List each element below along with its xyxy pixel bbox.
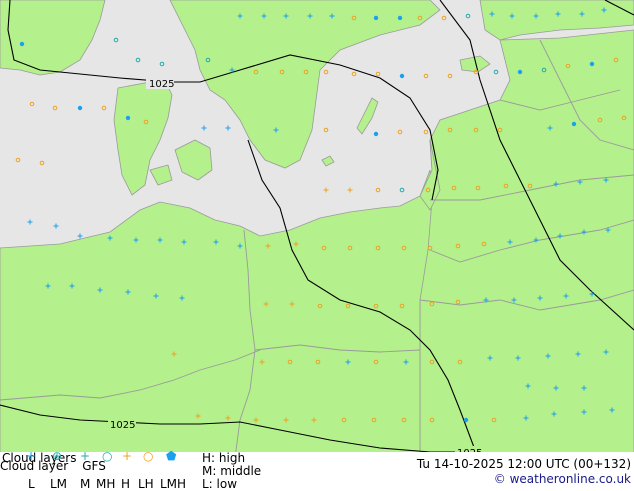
key-low: L: low: [202, 477, 238, 491]
plus-icon: +: [80, 449, 91, 463]
symbol-l: L: [28, 477, 35, 491]
symbol-mh: MH: [96, 477, 116, 491]
plus-icon: +: [122, 449, 133, 463]
low-cloud-dot: [373, 131, 379, 137]
low-cloud-dot: [517, 69, 523, 75]
symbol-lm: LM: [50, 477, 68, 491]
copyright-link[interactable]: © weatheronline.co.uk: [494, 473, 631, 486]
low-cloud-dot: [399, 73, 405, 79]
forecast-datetime: Tu 14-10-2025 12:00 UTC (00+132): [416, 457, 631, 471]
circle-icon: ○: [143, 449, 154, 463]
low-cloud-dot: [19, 41, 25, 47]
low-cloud-dot: [77, 105, 83, 111]
symbol-lh: LH: [138, 477, 154, 491]
circle-plus-icon: ⊕: [52, 449, 63, 463]
legend: Cloud layers Cloud layer GFS + ⊕ + ○ + ○ …: [0, 449, 634, 491]
circle-icon: ○: [102, 449, 113, 463]
symbol-h: H: [121, 477, 131, 491]
symbol-m: M: [80, 477, 91, 491]
low-cloud-dot: [589, 61, 595, 67]
low-cloud-dot: [571, 121, 577, 127]
weather-map: 1025 1025 1025: [0, 0, 634, 458]
low-cloud-dot: [463, 417, 469, 423]
isobar-label: 1025: [110, 420, 135, 431]
plus-icon: +: [26, 449, 37, 463]
low-cloud-dot: [125, 115, 131, 121]
low-cloud-dot: [373, 15, 379, 21]
dot-icon: ⬟: [166, 449, 177, 463]
symbol-lmh: LMH: [160, 477, 187, 491]
low-cloud-dot: [397, 15, 403, 21]
isobar-label: 1025: [149, 79, 174, 90]
